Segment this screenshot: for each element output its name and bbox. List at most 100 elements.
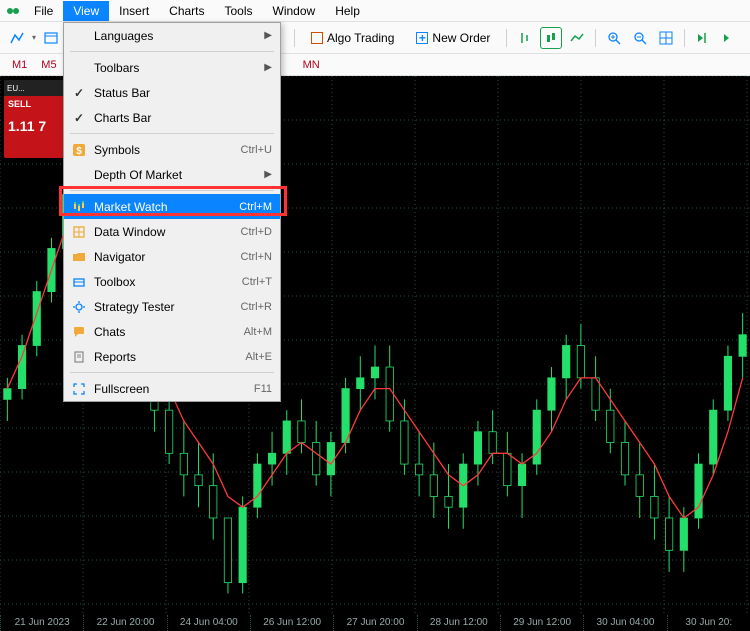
chart-bar-icon[interactable] bbox=[514, 27, 536, 49]
toolbar-separator bbox=[595, 29, 596, 47]
checkmark-icon: ✓ bbox=[70, 86, 88, 100]
toolbox-icon bbox=[70, 275, 88, 289]
menu-window[interactable]: Window bbox=[263, 1, 326, 21]
menu-depth-of-market[interactable]: Depth Of Market ▶ bbox=[64, 162, 280, 187]
x-axis-tick: 29 Jun 12:00 bbox=[500, 615, 583, 631]
menu-divider bbox=[70, 190, 274, 191]
timeframe-mn[interactable]: MN bbox=[297, 57, 326, 73]
menu-item-label: Charts Bar bbox=[94, 111, 272, 125]
menu-item-shortcut: F11 bbox=[254, 383, 272, 395]
toolbar-separator bbox=[684, 29, 685, 47]
app-logo-icon bbox=[6, 4, 20, 18]
menu-item-shortcut: Ctrl+T bbox=[242, 276, 272, 288]
stop-icon bbox=[311, 32, 323, 44]
x-axis-tick: 22 Jun 20:00 bbox=[83, 615, 166, 631]
menu-item-shortcut: Alt+M bbox=[244, 326, 272, 338]
zoom-out-icon[interactable] bbox=[629, 27, 651, 49]
toolbar-separator bbox=[506, 29, 507, 47]
x-axis-tick: 30 Jun 04:00 bbox=[583, 615, 666, 631]
menu-item-label: Toolbars bbox=[94, 61, 264, 75]
menu-toolbars[interactable]: Toolbars ▶ bbox=[64, 55, 280, 80]
menu-status-bar[interactable]: ✓ Status Bar bbox=[64, 80, 280, 105]
scroll-end-icon[interactable] bbox=[692, 27, 714, 49]
plus-icon: + bbox=[416, 32, 428, 44]
x-axis: 21 Jun 202322 Jun 20:0024 Jun 04:0026 Ju… bbox=[0, 615, 750, 631]
x-axis-tick: 28 Jun 12:00 bbox=[417, 615, 500, 631]
sell-button[interactable]: SELL bbox=[4, 96, 64, 112]
algo-trading-label: Algo Trading bbox=[327, 31, 394, 45]
algo-trading-button[interactable]: Algo Trading bbox=[302, 27, 403, 49]
menu-item-label: Symbols bbox=[94, 143, 241, 157]
menu-charts[interactable]: Charts bbox=[159, 1, 214, 21]
submenu-arrow-icon: ▶ bbox=[264, 62, 272, 73]
menu-item-shortcut: Ctrl+N bbox=[241, 251, 272, 263]
x-axis-tick: 27 Jun 20:00 bbox=[333, 615, 416, 631]
menu-item-label: Reports bbox=[94, 350, 245, 364]
menu-divider bbox=[70, 372, 274, 373]
svg-text:$: $ bbox=[76, 146, 82, 157]
reports-icon bbox=[70, 350, 88, 364]
menu-charts-bar[interactable]: ✓ Charts Bar bbox=[64, 105, 280, 130]
menu-item-shortcut: Ctrl+U bbox=[241, 144, 272, 156]
data-window-icon bbox=[70, 225, 88, 239]
fullscreen-icon bbox=[70, 382, 88, 396]
market-watch-icon bbox=[70, 200, 88, 214]
new-order-button[interactable]: + New Order bbox=[407, 27, 499, 49]
menu-item-shortcut: Ctrl+M bbox=[239, 201, 272, 213]
menu-item-label: Chats bbox=[94, 325, 244, 339]
menu-symbols[interactable]: $ Symbols Ctrl+U bbox=[64, 137, 280, 162]
x-axis-tick: 24 Jun 04:00 bbox=[167, 615, 250, 631]
menu-divider bbox=[70, 51, 274, 52]
x-axis-tick: 30 Jun 20: bbox=[667, 615, 750, 631]
gear-icon bbox=[70, 300, 88, 314]
menu-reports[interactable]: Reports Alt+E bbox=[64, 344, 280, 369]
x-axis-tick: 21 Jun 2023 bbox=[0, 615, 83, 631]
menubar: File View Insert Charts Tools Window Hel… bbox=[0, 0, 750, 22]
symbol-label: EU... bbox=[4, 80, 64, 96]
submenu-arrow-icon: ▶ bbox=[264, 169, 272, 180]
new-order-label: New Order bbox=[432, 31, 490, 45]
menu-view[interactable]: View bbox=[63, 1, 109, 21]
checkmark-icon: ✓ bbox=[70, 111, 88, 125]
timeframe-m1[interactable]: M1 bbox=[6, 57, 33, 73]
menu-market-watch[interactable]: Market Watch Ctrl+M bbox=[64, 194, 280, 219]
dropdown-caret-icon[interactable]: ▾ bbox=[32, 33, 36, 42]
menu-file[interactable]: File bbox=[24, 1, 63, 21]
menu-item-label: Fullscreen bbox=[94, 382, 254, 396]
grid-icon[interactable] bbox=[655, 27, 677, 49]
menu-item-label: Depth Of Market bbox=[94, 168, 264, 182]
chart-candle-icon[interactable] bbox=[540, 27, 562, 49]
toolbar-polyline-icon[interactable] bbox=[6, 27, 28, 49]
sell-price: 1.11 7 bbox=[4, 112, 64, 140]
folder-icon bbox=[70, 250, 88, 264]
menu-item-shortcut: Alt+E bbox=[245, 351, 272, 363]
menu-item-label: Strategy Tester bbox=[94, 300, 241, 314]
menu-tools[interactable]: Tools bbox=[215, 1, 263, 21]
menu-help[interactable]: Help bbox=[325, 1, 370, 21]
menu-strategy-tester[interactable]: Strategy Tester Ctrl+R bbox=[64, 294, 280, 319]
menu-chats[interactable]: Chats Alt+M bbox=[64, 319, 280, 344]
toolbar-window-icon[interactable] bbox=[40, 27, 62, 49]
menu-toolbox[interactable]: Toolbox Ctrl+T bbox=[64, 269, 280, 294]
menu-item-label: Market Watch bbox=[94, 200, 239, 214]
menu-item-shortcut: Ctrl+D bbox=[241, 226, 272, 238]
zoom-in-icon[interactable] bbox=[603, 27, 625, 49]
one-click-trade-panel[interactable]: EU... SELL 1.11 7 bbox=[4, 80, 64, 158]
timeframe-m5[interactable]: M5 bbox=[35, 57, 62, 73]
toolbar-separator bbox=[294, 29, 295, 47]
menu-navigator[interactable]: Navigator Ctrl+N bbox=[64, 244, 280, 269]
menu-fullscreen[interactable]: Fullscreen F11 bbox=[64, 376, 280, 401]
menu-item-label: Languages bbox=[94, 29, 264, 43]
shift-icon[interactable] bbox=[718, 27, 740, 49]
menu-languages[interactable]: Languages ▶ bbox=[64, 23, 280, 48]
x-axis-tick: 26 Jun 12:00 bbox=[250, 615, 333, 631]
menu-item-label: Data Window bbox=[94, 225, 241, 239]
menu-insert[interactable]: Insert bbox=[109, 1, 159, 21]
menu-item-label: Navigator bbox=[94, 250, 241, 264]
menu-item-shortcut: Ctrl+R bbox=[241, 301, 272, 313]
menu-data-window[interactable]: Data Window Ctrl+D bbox=[64, 219, 280, 244]
dollar-icon: $ bbox=[70, 143, 88, 157]
menu-item-label: Toolbox bbox=[94, 275, 242, 289]
menu-item-label: Status Bar bbox=[94, 86, 272, 100]
chart-line-icon[interactable] bbox=[566, 27, 588, 49]
